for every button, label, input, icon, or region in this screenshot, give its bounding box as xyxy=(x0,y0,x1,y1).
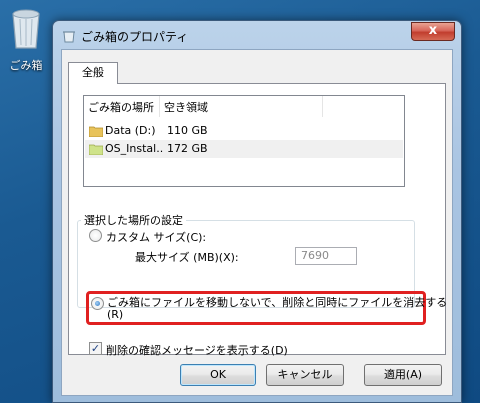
recycle-bin-properties-dialog: ごみ箱のプロパティ x 全般 ごみ箱の場所 空き領域 Data (D:) 110… xyxy=(52,20,462,403)
general-tab-panel: ごみ箱の場所 空き領域 Data (D:) 110 GB OS_Instal..… xyxy=(68,83,447,358)
list-item[interactable]: OS_Instal... 172 GB xyxy=(85,140,403,158)
recycle-bin-label: ごみ箱 xyxy=(9,59,43,72)
confirm-delete-label[interactable]: 削除の確認メッセージを表示する(D) xyxy=(106,342,288,358)
custom-size-radio[interactable] xyxy=(89,229,102,242)
list-item[interactable]: Data (D:) 110 GB xyxy=(85,122,403,140)
custom-size-label[interactable]: カスタム サイズ(C): xyxy=(106,229,206,245)
free-space-value: 110 GB xyxy=(167,124,208,137)
column-header-free-space[interactable]: 空き領域 xyxy=(164,99,208,115)
location-name: OS_Instal... xyxy=(105,142,163,155)
settings-group-label: 選択した場所の設定 xyxy=(81,212,186,228)
free-space-value: 172 GB xyxy=(167,142,208,155)
delete-immediately-hotkey[interactable]: (R) xyxy=(107,308,123,321)
close-icon: x xyxy=(428,23,438,38)
column-divider[interactable] xyxy=(322,96,323,117)
cancel-button[interactable]: キャンセル xyxy=(266,364,344,386)
folder-icon xyxy=(89,144,103,155)
close-button[interactable]: x xyxy=(411,22,455,41)
delete-immediately-radio[interactable] xyxy=(91,297,104,310)
tab-general[interactable]: 全般 xyxy=(68,62,118,84)
max-size-label: 最大サイズ (MB)(X): xyxy=(135,251,239,264)
column-divider[interactable] xyxy=(159,96,160,117)
recycle-bin-desktop-icon[interactable]: ごみ箱 xyxy=(2,6,50,80)
max-size-input[interactable]: 7690 xyxy=(295,247,357,265)
list-header: ごみ箱の場所 空き領域 xyxy=(84,96,404,117)
location-list[interactable]: ごみ箱の場所 空き領域 Data (D:) 110 GB OS_Instal..… xyxy=(83,95,405,187)
apply-button[interactable]: 適用(A) xyxy=(364,364,442,386)
ok-button[interactable]: OK xyxy=(180,364,256,386)
location-name: Data (D:) xyxy=(105,124,156,137)
trash-bin-icon xyxy=(12,9,40,49)
recycle-bin-icon xyxy=(63,31,75,43)
confirm-delete-checkbox[interactable]: ✓ xyxy=(89,342,102,355)
folder-icon xyxy=(89,126,103,137)
column-header-location[interactable]: ごみ箱の場所 xyxy=(88,99,154,115)
dialog-client-area: 全般 ごみ箱の場所 空き領域 Data (D:) 110 GB OS_Insta… xyxy=(61,49,453,396)
window-title: ごみ箱のプロパティ xyxy=(81,30,189,44)
delete-immediately-label[interactable]: ごみ箱にファイルを移動しないで、削除と同時にファイルを消去する xyxy=(107,294,447,310)
title-bar[interactable]: ごみ箱のプロパティ x xyxy=(53,21,461,49)
